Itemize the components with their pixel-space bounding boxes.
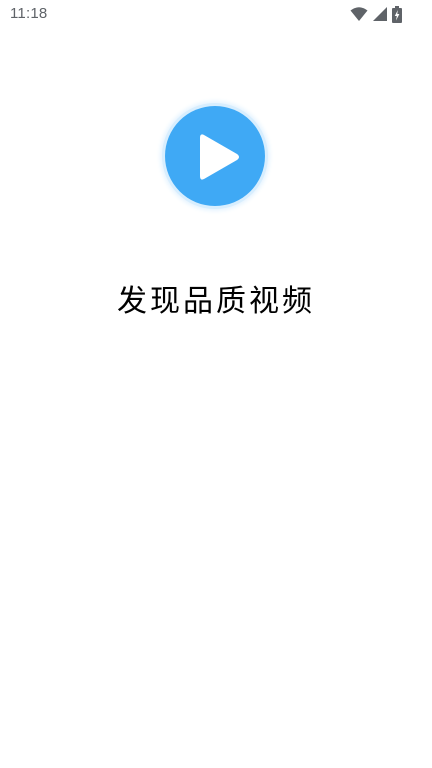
signal-icon (372, 6, 388, 22)
status-time: 11:18 (10, 5, 48, 22)
battery-charging-icon (392, 5, 402, 23)
app-logo (162, 103, 268, 209)
slogan-text: 发现品质视频 (117, 284, 315, 319)
status-icons (350, 5, 402, 23)
status-bar: 11:18 (0, 0, 432, 30)
play-icon (200, 134, 239, 180)
wifi-icon (350, 6, 368, 22)
